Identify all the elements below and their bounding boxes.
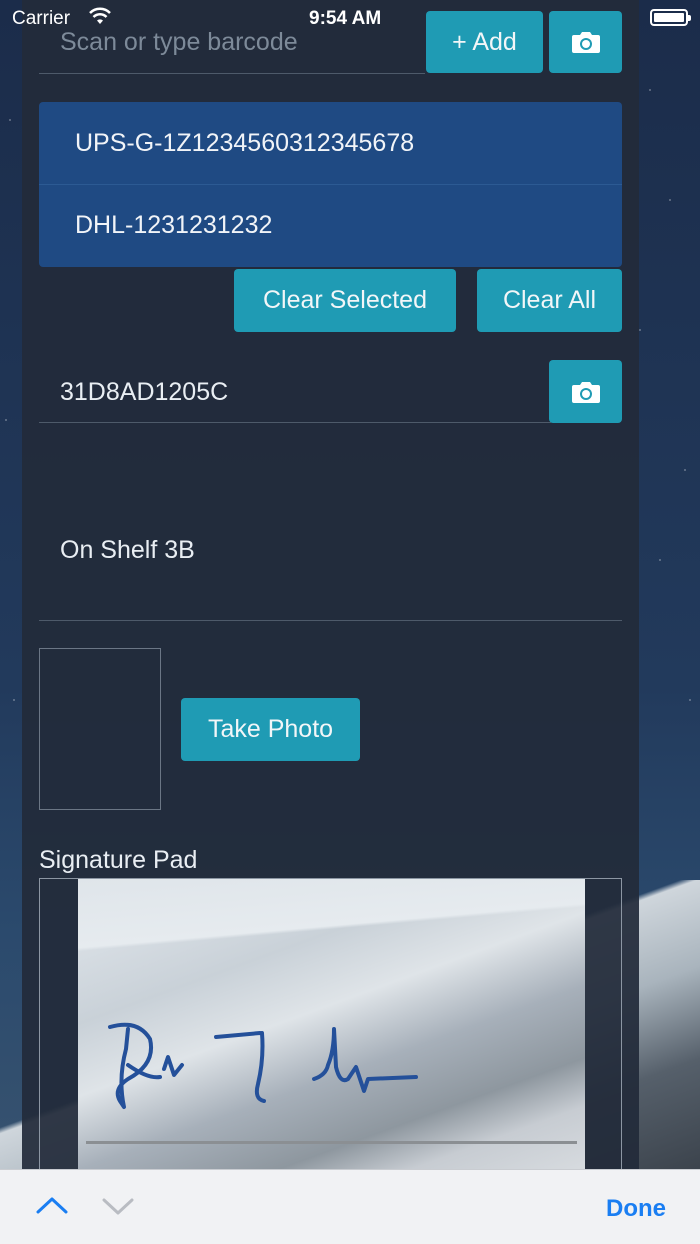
take-photo-label: Take Photo [207,715,334,743]
signature-background [78,879,585,1177]
status-bar: Carrier 9:54 AM [0,0,700,40]
tracking-number: DHL-1231231232 [75,211,273,239]
battery-icon [650,9,691,26]
list-item[interactable]: UPS-G-1Z1234560312345678 [39,102,622,184]
clear-all-button[interactable]: Clear All [477,269,622,332]
id-camera-button[interactable] [549,360,622,423]
signature-pad[interactable] [39,878,622,1178]
tracking-number: UPS-G-1Z1234560312345678 [75,128,415,157]
clear-all-label: Clear All [502,286,597,314]
wifi-icon [88,6,112,31]
take-photo-button[interactable]: Take Photo [181,698,360,761]
tracking-list: UPS-G-1Z1234560312345678 DHL-1231231232 [39,102,622,267]
chevron-down-icon[interactable] [100,1192,136,1220]
carrier-label: Carrier [12,8,71,29]
camera-icon [571,381,600,403]
done-button[interactable]: Done [606,1195,666,1223]
location-divider [39,620,622,621]
id-input[interactable]: 31D8AD1205C [39,372,551,423]
clear-selected-label: Clear Selected [263,286,427,314]
photo-preview [39,648,161,810]
keyboard-toolbar: Done [0,1169,700,1244]
list-item[interactable]: DHL-1231231232 [39,184,622,266]
clear-selected-button[interactable]: Clear Selected [234,269,456,332]
chevron-up-icon[interactable] [34,1192,70,1220]
signature-label: Signature Pad [39,846,198,874]
clock: 9:54 AM [309,8,382,29]
signature-stroke [108,1022,418,1109]
id-value: 31D8AD1205C [60,378,229,406]
location-text[interactable]: On Shelf 3B [60,536,195,565]
